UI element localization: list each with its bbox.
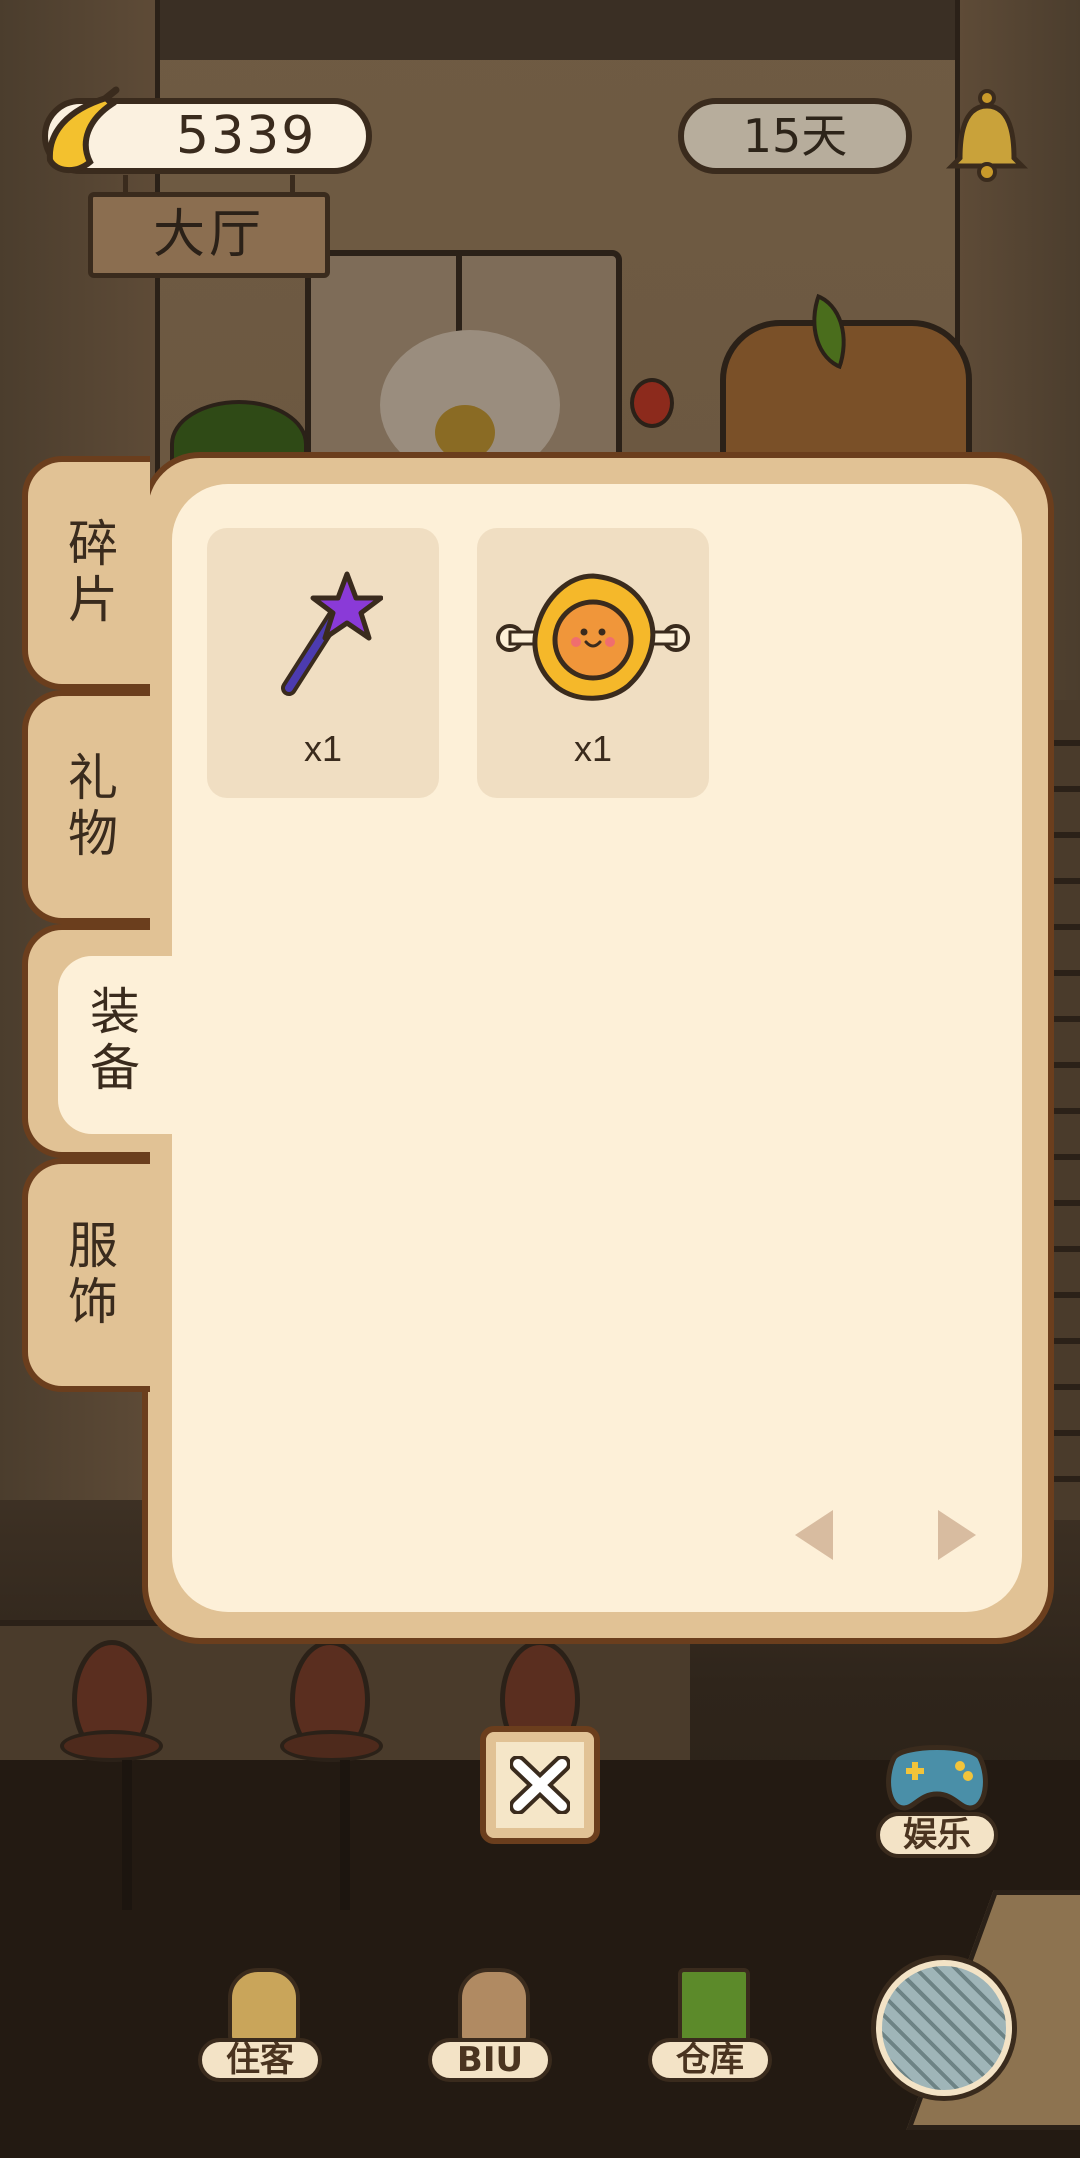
room-name: 大厅 [152,205,265,265]
entertainment-label: 娱乐 [876,1812,998,1858]
gamepad-icon [886,1745,988,1811]
bell-icon[interactable] [942,86,1032,186]
shelf-edge [1052,700,1080,1520]
stool-seat [60,1730,163,1762]
nav-label: 仓库 [648,2038,772,2082]
ceiling [0,0,1080,60]
nav-warehouse[interactable]: 仓库 [640,1960,780,2090]
entertainment-button[interactable]: 娱乐 [872,1738,1002,1858]
stool-seat [280,1730,383,1762]
stool-leg [122,1760,132,1910]
sun-face-icon [496,573,690,701]
room-sign: 大厅 [88,175,330,278]
tab-label: 碎片 [60,517,118,629]
banana-count: 5339 [176,106,317,166]
day-counter: 15天 [678,98,912,174]
tab-fragments[interactable]: 碎片 [22,456,150,690]
tab-clothing[interactable]: 服饰 [22,1158,150,1392]
close-button[interactable] [480,1726,600,1844]
inventory-slot[interactable]: x1 [477,528,709,798]
nav-label: BIU [428,2038,552,2082]
stool-leg [340,1760,350,1910]
tab-label: 装备 [82,985,140,1097]
nav-guests[interactable]: 住客 [190,1960,330,2090]
next-page-icon[interactable] [938,1510,976,1560]
item-quantity: x1 [573,728,613,769]
tab-label: 服饰 [60,1219,118,1331]
yarn-ball-button[interactable] [876,1960,1012,2096]
nav-biu[interactable]: BIU [420,1960,560,2090]
previous-page-icon[interactable] [795,1510,833,1560]
strawberry-decoration [630,378,674,428]
day-count: 15天 [742,109,848,163]
tab-label: 礼物 [60,751,118,863]
cat-icon [458,1968,530,2046]
purple-star-wand-icon [281,571,383,696]
inventory-slot[interactable]: x1 [207,528,439,798]
close-icon [510,1756,570,1814]
tab-equipment[interactable]: 装备 [22,924,208,1158]
nav-label: 住客 [198,2038,322,2082]
item-quantity: x1 [303,728,343,769]
guest-icon [228,1968,300,2046]
tab-gifts[interactable]: 礼物 [22,690,150,924]
banana-icon [46,86,120,173]
warehouse-icon [678,1968,750,2046]
